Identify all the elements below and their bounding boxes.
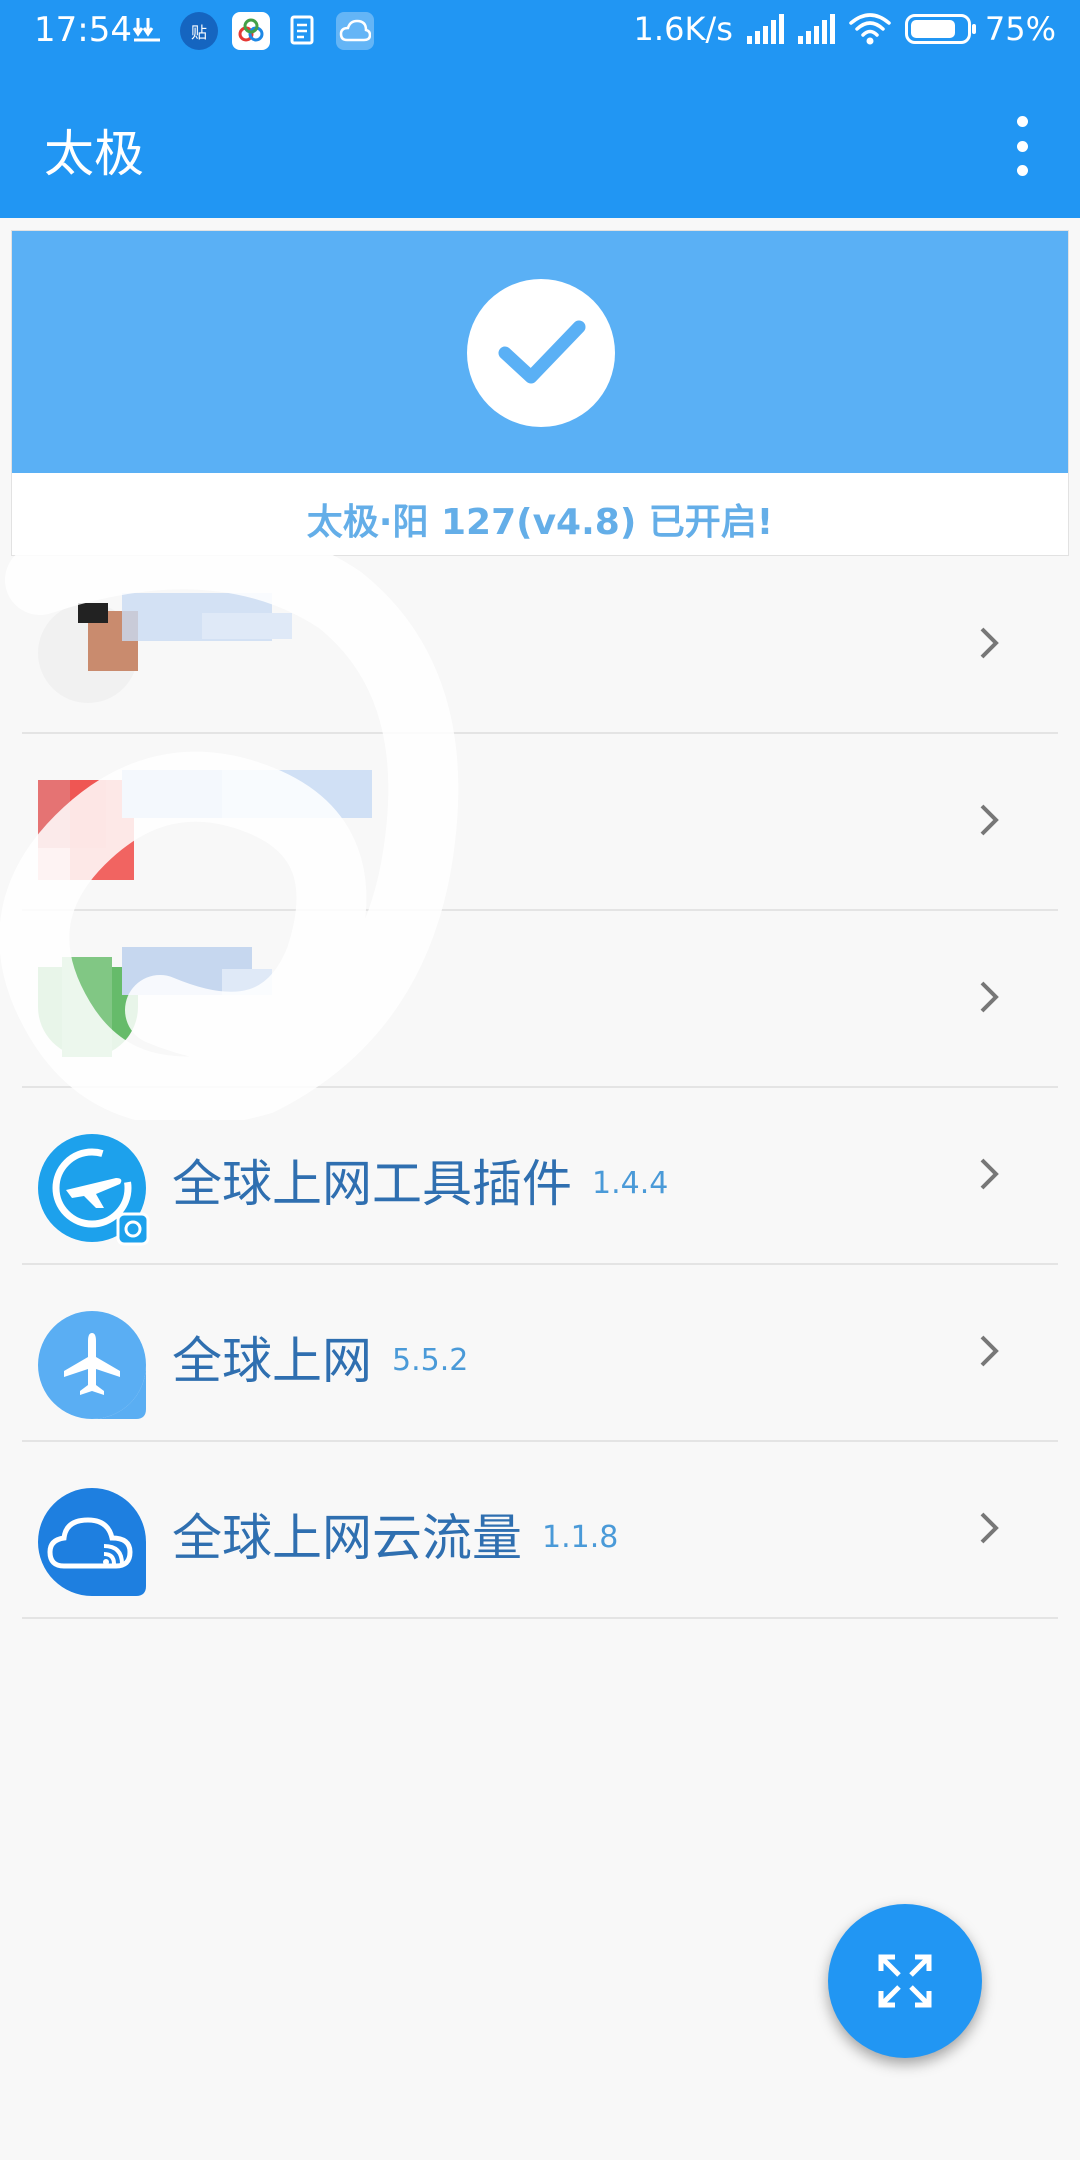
- chevron-right-icon: [980, 804, 999, 836]
- redaction-scribble: [0, 540, 459, 1120]
- chevron-right-icon: [980, 981, 999, 1013]
- module-name: 全球上网工具插件: [172, 1155, 572, 1213]
- status-bar: 17:54 贴 1.6K/s 75%: [0, 0, 1080, 66]
- expand-arrows-icon[interactable]: [828, 1904, 982, 2058]
- module-version: 5.5.2: [392, 1343, 469, 1378]
- notification-icons: 贴: [128, 12, 374, 50]
- net-speed: 1.6K/s: [633, 10, 733, 48]
- status-message: 太极·阳 127(v4.8) 已开启!: [306, 502, 774, 543]
- signal-icon: [797, 14, 835, 44]
- chevron-right-icon: [980, 1335, 999, 1367]
- status-card-header: [12, 231, 1068, 473]
- status-card[interactable]: 太极·阳 127(v4.8) 已开启!: [11, 230, 1069, 556]
- plane-icon: [38, 1311, 150, 1423]
- check-icon: [467, 279, 615, 427]
- signal-icon: [746, 14, 784, 44]
- status-time: 17:54: [34, 10, 132, 50]
- battery-level: 75%: [984, 10, 1056, 48]
- baidu-netdisk-icon: [232, 12, 270, 50]
- cloud-wifi-icon: [38, 1488, 150, 1600]
- module-name: 全球上网: [172, 1332, 372, 1390]
- more-vert-icon[interactable]: [1002, 116, 1042, 176]
- download-icon: [128, 12, 166, 50]
- plane-gear-icon: [38, 1134, 150, 1246]
- wifi-icon: [849, 13, 891, 45]
- module-version: 1.4.4: [592, 1166, 669, 1201]
- status-right: 1.6K/s 75%: [634, 10, 1056, 48]
- cloud-icon: [336, 12, 374, 50]
- chevron-right-icon: [980, 1158, 999, 1190]
- module-row[interactable]: 全球上网 5.5.2: [22, 1265, 1058, 1442]
- tieba-icon: 贴: [180, 12, 218, 50]
- module-row[interactable]: 全球上网云流量 1.1.8: [22, 1442, 1058, 1619]
- chevron-right-icon: [980, 627, 999, 659]
- chevron-right-icon: [980, 1512, 999, 1544]
- document-icon: [284, 12, 322, 50]
- module-version: 1.1.8: [542, 1520, 619, 1555]
- battery-icon: [904, 14, 976, 44]
- app-bar: 太极: [0, 66, 1080, 218]
- page-title: 太极: [44, 125, 144, 183]
- module-name: 全球上网云流量: [172, 1509, 522, 1567]
